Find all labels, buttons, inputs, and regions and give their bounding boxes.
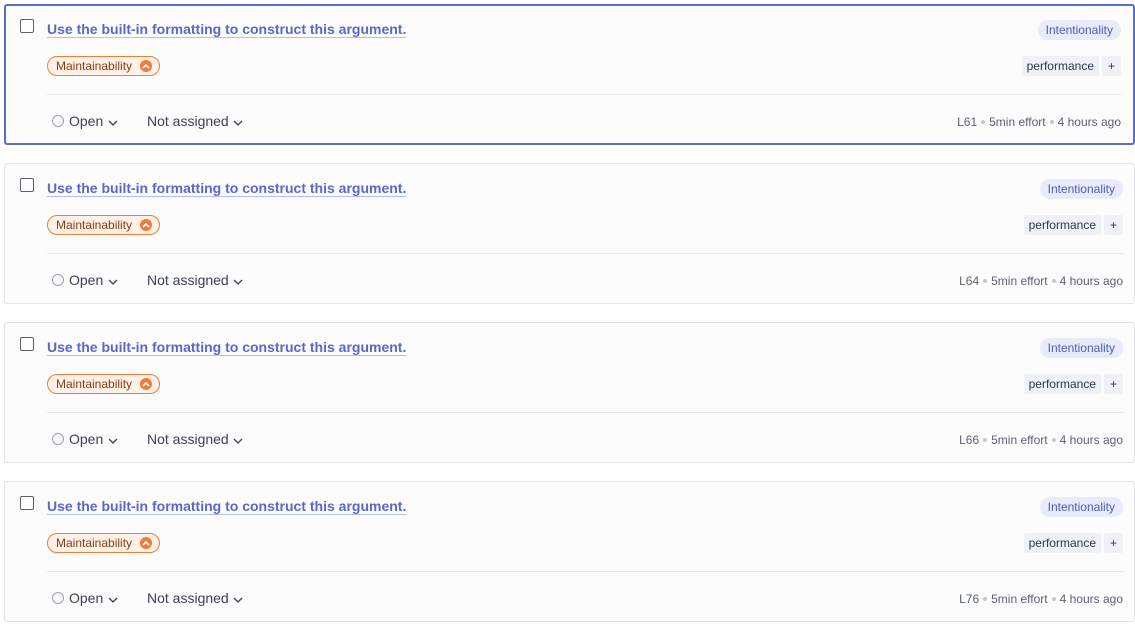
chevron-up-icon [140, 219, 153, 231]
issue-card[interactable]: Use the built-in formatting to construct… [4, 4, 1135, 145]
divider [47, 94, 1121, 95]
add-tag-button[interactable]: + [1104, 533, 1123, 553]
age: 4 hours ago [1059, 592, 1123, 606]
software-quality-badge[interactable]: Maintainability [47, 215, 161, 235]
divider [47, 571, 1123, 572]
software-quality-badge[interactable]: Maintainability [47, 56, 161, 76]
status-label: Open [69, 431, 104, 447]
software-quality-label: Maintainability [56, 59, 133, 73]
issue-checkbox[interactable] [20, 178, 34, 192]
software-quality-label: Maintainability [56, 218, 133, 232]
assignee-dropdown[interactable]: Not assigned [147, 113, 243, 129]
status-label: Open [69, 113, 104, 129]
separator-dot [1051, 597, 1056, 601]
status-dropdown[interactable]: Open [52, 590, 118, 606]
tag-performance[interactable]: performance [1023, 215, 1101, 235]
clean-code-attribute-badge[interactable]: Intentionality [1039, 338, 1123, 358]
assignee-label: Not assigned [147, 272, 229, 288]
chevron-down-icon [233, 590, 243, 606]
assignee-label: Not assigned [147, 113, 229, 129]
effort: 5min effort [991, 274, 1048, 288]
divider [47, 253, 1123, 254]
status-label: Open [69, 272, 104, 288]
open-status-circle-icon [52, 115, 64, 127]
status-label: Open [69, 590, 104, 606]
chevron-up-icon [140, 378, 153, 390]
chevron-down-icon [233, 431, 243, 447]
assignee-label: Not assigned [147, 590, 229, 606]
effort: 5min effort [989, 115, 1046, 129]
software-quality-badge[interactable]: Maintainability [47, 374, 161, 394]
issue-card[interactable]: Use the built-in formatting to construct… [4, 322, 1135, 463]
line-number[interactable]: L76 [959, 592, 979, 606]
issue-title-link[interactable]: Use the built-in formatting to construct… [47, 21, 406, 37]
assignee-label: Not assigned [147, 431, 229, 447]
issue-meta: L64 5min effort 4 hours ago [959, 274, 1123, 288]
add-tag-button[interactable]: + [1104, 215, 1123, 235]
chevron-down-icon [233, 272, 243, 288]
separator-dot [1051, 438, 1056, 442]
open-status-circle-icon [52, 274, 64, 286]
open-status-circle-icon [52, 433, 64, 445]
tag-performance[interactable]: performance [1021, 56, 1099, 76]
software-quality-label: Maintainability [56, 536, 133, 550]
issue-list: Use the built-in formatting to construct… [0, 0, 1135, 625]
software-quality-label: Maintainability [56, 377, 133, 391]
chevron-down-icon [108, 272, 118, 288]
open-status-circle-icon [52, 592, 64, 604]
status-dropdown[interactable]: Open [52, 431, 118, 447]
issue-meta: L76 5min effort 4 hours ago [959, 592, 1123, 606]
issue-checkbox[interactable] [20, 337, 34, 351]
issue-checkbox[interactable] [20, 496, 34, 510]
age: 4 hours ago [1057, 115, 1121, 129]
effort: 5min effort [991, 592, 1048, 606]
chevron-up-icon [140, 60, 153, 72]
software-quality-badge[interactable]: Maintainability [47, 533, 161, 553]
issue-card[interactable]: Use the built-in formatting to construct… [4, 163, 1135, 304]
issue-meta: L66 5min effort 4 hours ago [959, 433, 1123, 447]
divider [47, 412, 1123, 413]
separator-dot [981, 120, 986, 124]
add-tag-button[interactable]: + [1104, 374, 1123, 394]
line-number[interactable]: L61 [957, 115, 977, 129]
clean-code-attribute-badge[interactable]: Intentionality [1039, 497, 1123, 517]
status-dropdown[interactable]: Open [52, 272, 118, 288]
tag-performance[interactable]: performance [1023, 533, 1101, 553]
chevron-down-icon [108, 113, 118, 129]
separator-dot [1051, 279, 1056, 283]
assignee-dropdown[interactable]: Not assigned [147, 431, 243, 447]
add-tag-button[interactable]: + [1102, 56, 1121, 76]
issue-meta: L61 5min effort 4 hours ago [957, 115, 1121, 129]
chevron-down-icon [108, 431, 118, 447]
assignee-dropdown[interactable]: Not assigned [147, 590, 243, 606]
status-dropdown[interactable]: Open [52, 113, 118, 129]
issue-card[interactable]: Use the built-in formatting to construct… [4, 481, 1135, 622]
issue-title-link[interactable]: Use the built-in formatting to construct… [47, 339, 406, 355]
issue-title-link[interactable]: Use the built-in formatting to construct… [47, 180, 406, 196]
line-number[interactable]: L64 [959, 274, 979, 288]
separator-dot [983, 597, 988, 601]
issue-title-link[interactable]: Use the built-in formatting to construct… [47, 498, 406, 514]
separator-dot [983, 438, 988, 442]
assignee-dropdown[interactable]: Not assigned [147, 272, 243, 288]
clean-code-attribute-badge[interactable]: Intentionality [1037, 20, 1121, 40]
chevron-up-icon [140, 537, 153, 549]
effort: 5min effort [991, 433, 1048, 447]
chevron-down-icon [233, 113, 243, 129]
separator-dot [983, 279, 988, 283]
issue-checkbox[interactable] [20, 19, 34, 33]
line-number[interactable]: L66 [959, 433, 979, 447]
clean-code-attribute-badge[interactable]: Intentionality [1039, 179, 1123, 199]
age: 4 hours ago [1059, 433, 1123, 447]
age: 4 hours ago [1059, 274, 1123, 288]
separator-dot [1049, 120, 1054, 124]
tag-performance[interactable]: performance [1023, 374, 1101, 394]
chevron-down-icon [108, 590, 118, 606]
